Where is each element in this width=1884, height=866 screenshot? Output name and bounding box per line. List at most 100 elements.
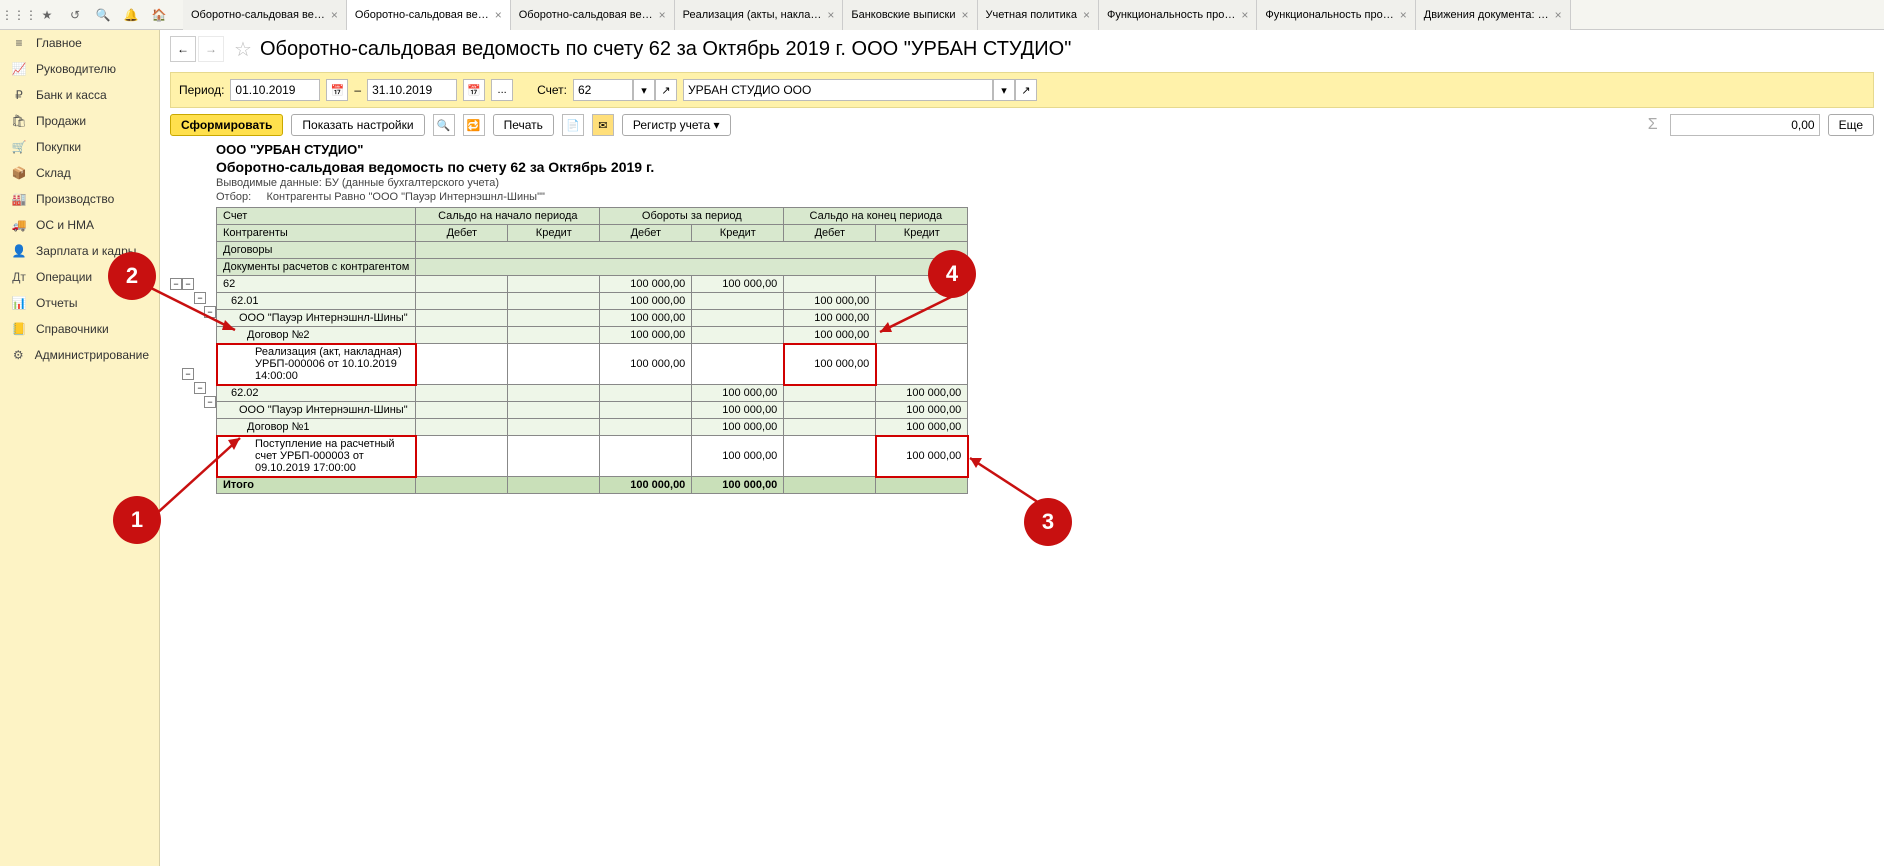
close-icon[interactable]: ×	[331, 8, 338, 22]
row-totals: Итого	[217, 477, 416, 494]
col-kt1: Кредит	[508, 225, 600, 242]
row-6202[interactable]: 62.02	[217, 385, 416, 402]
cell: 100 000,00	[692, 402, 784, 419]
account-input[interactable]	[573, 79, 633, 101]
org-open-icon[interactable]: ↗	[1015, 79, 1037, 101]
generate-button[interactable]: Сформировать	[170, 114, 283, 136]
tab-bar: Оборотно-сальдовая ве…×Оборотно-сальдова…	[183, 0, 1571, 30]
filter-panel: Период: 📅 – 📅 ... Счет: ▾ ↗ ▾ ↗	[170, 72, 1874, 108]
row-62[interactable]: 62	[217, 276, 416, 293]
period-from-input[interactable]	[230, 79, 320, 101]
sidebar-icon: 👤	[10, 244, 28, 258]
close-icon[interactable]: ×	[961, 8, 968, 22]
sidebar-item[interactable]: 📒Справочники	[0, 316, 159, 342]
cell-end-kt: 100 000,00	[876, 436, 968, 477]
close-icon[interactable]: ×	[1555, 8, 1562, 22]
row-dog1[interactable]: Договор №1	[217, 419, 416, 436]
report-area: ООО "УРБАН СТУДИО" Оборотно-сальдовая ве…	[160, 142, 1884, 866]
tab[interactable]: Функциональность про… ×	[1099, 0, 1257, 30]
sidebar-item[interactable]: 🏭Производство	[0, 186, 159, 212]
sidebar-item[interactable]: 📦Склад	[0, 160, 159, 186]
sidebar-item[interactable]: ₽Банк и касса	[0, 82, 159, 108]
sidebar-item[interactable]: 🚚ОС и НМА	[0, 212, 159, 238]
tree-collapse-icon[interactable]: −	[204, 396, 216, 408]
star-icon[interactable]: ★	[35, 3, 59, 27]
row-power1[interactable]: ООО "Пауэр Интернэшнл-Шины"	[217, 310, 416, 327]
sidebar-item[interactable]: ⚙Администрирование	[0, 342, 159, 368]
sidebar-item[interactable]: 📈Руководителю	[0, 56, 159, 82]
tab[interactable]: Реализация (акты, накла… ×	[675, 0, 844, 30]
export-button[interactable]: 📄	[562, 114, 584, 136]
tree-collapse-icon[interactable]: −	[182, 278, 194, 290]
calendar-from-icon[interactable]: 📅	[326, 79, 348, 101]
tab[interactable]: Движения документа: …×	[1416, 0, 1571, 30]
tree-collapse-icon[interactable]: −	[170, 278, 182, 290]
close-icon[interactable]: ×	[1241, 8, 1248, 22]
cell: 100 000,00	[876, 385, 968, 402]
tab[interactable]: Оборотно-сальдовая ве…×	[347, 0, 511, 30]
sidebar-item[interactable]: 🛒Покупки	[0, 134, 159, 160]
col-dt1: Дебет	[416, 225, 508, 242]
calendar-to-icon[interactable]: 📅	[463, 79, 485, 101]
account-dropdown-icon[interactable]: ▾	[633, 79, 655, 101]
bell-icon[interactable]: 🔔	[119, 3, 143, 27]
sidebar-icon: 📦	[10, 166, 28, 180]
registry-button[interactable]: Регистр учета ▾	[622, 114, 731, 136]
period-more-button[interactable]: ...	[491, 79, 513, 101]
history-icon[interactable]: ↺	[63, 3, 87, 27]
tab-label: Функциональность про…	[1107, 9, 1235, 21]
row-power2[interactable]: ООО "Пауэр Интернэшнл-Шины"	[217, 402, 416, 419]
nav-back-button[interactable]: ←	[170, 36, 196, 62]
sidebar-icon: 🛍	[10, 114, 28, 128]
col-docs: Документы расчетов с контрагентом	[217, 259, 416, 276]
account-open-icon[interactable]: ↗	[655, 79, 677, 101]
cell: 100 000,00	[692, 477, 784, 494]
more-button[interactable]: Еще	[1828, 114, 1874, 136]
nav-fwd-button[interactable]: →	[198, 36, 224, 62]
tab[interactable]: Учетная политика×	[978, 0, 1099, 30]
cell: 100 000,00	[600, 477, 692, 494]
cell: 100 000,00	[692, 385, 784, 402]
tab-label: Реализация (акты, накла…	[683, 9, 822, 21]
sidebar-item[interactable]: ≡Главное	[0, 30, 159, 56]
tree-collapse-icon[interactable]: −	[194, 382, 206, 394]
row-doc-realization[interactable]: Реализация (акт, накладная) УРБП-000006 …	[217, 344, 416, 385]
row-6201[interactable]: 62.01	[217, 293, 416, 310]
close-icon[interactable]: ×	[659, 8, 666, 22]
row-doc-receipt[interactable]: Поступление на расчетный счет УРБП-00000…	[217, 436, 416, 477]
cell: 100 000,00	[692, 436, 784, 477]
find-button[interactable]: 🔍	[433, 114, 455, 136]
close-icon[interactable]: ×	[1400, 8, 1407, 22]
tab-label: Оборотно-сальдовая ве…	[191, 9, 325, 21]
home-icon[interactable]: 🏠	[147, 3, 171, 27]
tab[interactable]: Оборотно-сальдовая ве… ×	[183, 0, 347, 30]
close-icon[interactable]: ×	[1083, 8, 1090, 22]
print-button[interactable]: Печать	[493, 114, 554, 136]
tab[interactable]: Оборотно-сальдовая ве…×	[511, 0, 675, 30]
sidebar-item[interactable]: 🛍Продажи	[0, 108, 159, 134]
sidebar-icon: 🏭	[10, 192, 28, 206]
col-contragent: Контрагенты	[217, 225, 416, 242]
show-settings-button[interactable]: Показать настройки	[291, 114, 424, 136]
sidebar-item-label: Руководителю	[36, 62, 116, 76]
apps-icon[interactable]: ⋮⋮⋮	[7, 3, 31, 27]
title-bar: ← → ☆ Оборотно-сальдовая ведомость по сч…	[160, 30, 1884, 68]
email-button[interactable]: ✉	[592, 114, 614, 136]
close-icon[interactable]: ×	[827, 8, 834, 22]
favorite-icon[interactable]: ☆	[234, 37, 252, 62]
sidebar-item-label: Главное	[36, 36, 82, 50]
close-icon[interactable]: ×	[495, 8, 502, 22]
org-input[interactable]	[683, 79, 993, 101]
tree-collapse-icon[interactable]: −	[204, 306, 216, 318]
period-to-input[interactable]	[367, 79, 457, 101]
row-dog2[interactable]: Договор №2	[217, 327, 416, 344]
search-icon[interactable]: 🔍	[91, 3, 115, 27]
annotation-3: 3	[1024, 498, 1072, 546]
sidebar-item-label: Операции	[36, 270, 92, 284]
org-dropdown-icon[interactable]: ▾	[993, 79, 1015, 101]
tab[interactable]: Функциональность про…×	[1257, 0, 1415, 30]
tree-collapse-icon[interactable]: −	[194, 292, 206, 304]
find-replace-button[interactable]: 🔁	[463, 114, 485, 136]
tree-collapse-icon[interactable]: −	[182, 368, 194, 380]
tab[interactable]: Банковские выписки×	[843, 0, 977, 30]
